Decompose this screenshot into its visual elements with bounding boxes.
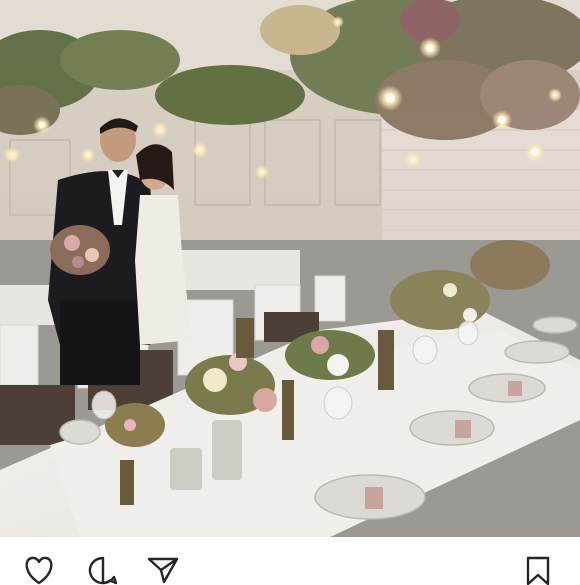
wedding-venue-image bbox=[0, 0, 580, 537]
comment-icon[interactable] bbox=[86, 555, 120, 585]
post-action-bar bbox=[0, 537, 580, 585]
send-icon[interactable] bbox=[146, 555, 180, 585]
bookmark-icon[interactable] bbox=[522, 555, 554, 585]
heart-icon[interactable] bbox=[22, 555, 56, 585]
post-photo[interactable] bbox=[0, 0, 580, 537]
